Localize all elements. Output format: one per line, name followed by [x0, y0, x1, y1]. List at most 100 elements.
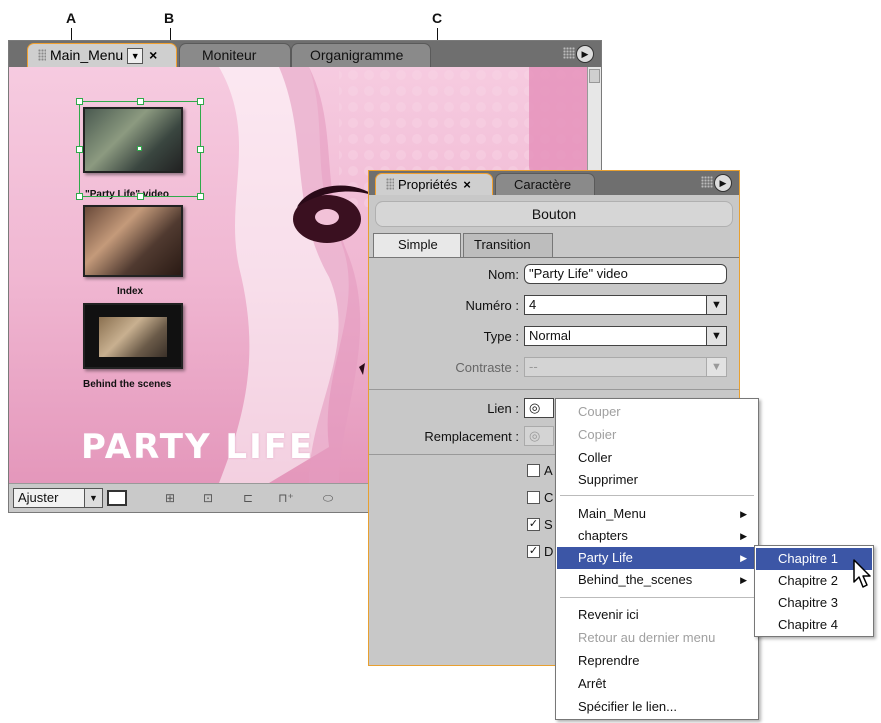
name-field-value: "Party Life" video — [529, 266, 628, 281]
link-field[interactable]: ◎ — [524, 398, 554, 418]
menu-item-copier[interactable]: Copier — [557, 424, 757, 446]
tab-transition-label: Transition — [474, 237, 531, 252]
party-life-logo: PARTY LIFE — [81, 427, 315, 467]
menu-item-label: Retour au dernier menu — [578, 630, 716, 645]
thumbnail-index[interactable] — [83, 205, 183, 277]
menu-separator — [560, 495, 754, 496]
chevron-down-icon[interactable]: ▼ — [84, 489, 102, 507]
contrast-select-value: -- — [529, 359, 538, 374]
properties-header: Bouton — [375, 201, 733, 227]
chevron-down-icon[interactable]: ▼ — [706, 296, 726, 314]
menu-item-behind-the-scenes[interactable]: Behind_the_scenes ▶ — [557, 569, 757, 591]
menu-item-retour-dernier-menu[interactable]: Retour au dernier menu — [557, 627, 757, 649]
checkbox-checked[interactable]: ✓ — [527, 545, 540, 558]
tab-moniteur[interactable]: Moniteur — [179, 43, 291, 67]
menu-item-party-life[interactable]: Party Life ▶ — [557, 547, 757, 569]
checkbox[interactable] — [527, 464, 540, 477]
close-icon[interactable]: × — [149, 47, 157, 63]
resize-handle[interactable] — [137, 193, 144, 200]
resize-handle[interactable] — [76, 193, 83, 200]
align-icon[interactable]: ⊏ — [237, 489, 259, 507]
context-menu: Couper Copier Coller Supprimer Main_Menu… — [555, 398, 759, 720]
close-icon[interactable]: × — [463, 177, 471, 192]
menu-item-supprimer[interactable]: Supprimer — [557, 469, 757, 491]
safe-area-icon[interactable] — [107, 490, 127, 506]
type-select-value: Normal — [529, 328, 571, 343]
resize-handle[interactable] — [197, 98, 204, 105]
chevron-right-icon: ▶ — [740, 509, 747, 519]
panel-menu-icon[interactable]: ▶ — [714, 174, 732, 192]
toggle-icon[interactable]: ⬭ — [317, 489, 339, 507]
tab-main-menu-label: Main_Menu — [50, 47, 124, 63]
scroll-up-arrow[interactable] — [589, 69, 600, 83]
menu-item-label: Behind_the_scenes — [578, 572, 693, 587]
menu-item-label: Chapitre 2 — [778, 573, 838, 588]
menu-item-revenir-ici[interactable]: Revenir ici — [557, 604, 757, 626]
menu-item-arret[interactable]: Arrêt — [557, 673, 757, 695]
resize-handle[interactable] — [76, 98, 83, 105]
menu-item-label: Revenir ici — [578, 607, 639, 622]
grip-icon[interactable] — [386, 178, 394, 190]
tab-proprietes[interactable]: Propriétés × — [375, 173, 493, 195]
checkbox-label: S — [544, 517, 553, 532]
checkbox-label: D — [544, 544, 554, 559]
menu-item-chapitre-3[interactable]: Chapitre 3 — [756, 592, 872, 614]
grip-icon[interactable] — [701, 176, 713, 188]
menu-item-label: Reprendre — [578, 653, 640, 668]
selection-bounding-box[interactable] — [76, 98, 204, 200]
pick-whip-icon: ◎ — [529, 428, 541, 443]
resize-handle[interactable] — [197, 193, 204, 200]
resize-handle[interactable] — [137, 98, 144, 105]
grip-icon[interactable] — [38, 49, 46, 61]
field-label: Contraste : — [455, 360, 519, 375]
tab-organigramme-label: Organigramme — [310, 47, 404, 63]
panel-menu-icon[interactable]: ▶ — [576, 45, 594, 63]
field-label: Lien : — [487, 401, 519, 416]
number-select-value: 4 — [529, 297, 537, 312]
resize-handle[interactable] — [76, 146, 83, 153]
callout-b: B — [164, 10, 175, 26]
tab-organigramme[interactable]: Organigramme — [291, 43, 431, 67]
menu-item-coller[interactable]: Coller — [557, 447, 757, 469]
button-routing-icon[interactable]: ⊞ — [159, 489, 181, 507]
chevron-right-icon: ▶ — [740, 575, 747, 585]
menu-dropdown-button[interactable]: ▼ — [127, 48, 144, 64]
tab-caractere[interactable]: Caractère — [495, 173, 595, 195]
grip-icon[interactable] — [563, 47, 575, 59]
menu-item-main-menu[interactable]: Main_Menu ▶ — [557, 503, 757, 525]
screenshot-stage: A B C Main_Menu ▼ × Moniteur Organigramme … — [0, 0, 881, 723]
tab-simple[interactable]: Simple — [373, 233, 461, 257]
menu-item-specifier-lien[interactable]: Spécifier le lien... — [557, 696, 757, 718]
center-handle[interactable] — [137, 146, 142, 151]
checkbox[interactable] — [527, 491, 540, 504]
divider — [369, 389, 739, 390]
callout-a: A — [66, 10, 77, 26]
menu-item-chapters[interactable]: chapters ▶ — [557, 525, 757, 547]
chevron-down-icon: ▼ — [706, 358, 726, 376]
chevron-down-icon[interactable]: ▼ — [706, 327, 726, 345]
number-select[interactable]: 4 ▼ — [524, 295, 727, 315]
menu-item-label: Coller — [578, 450, 612, 465]
menu-item-label: Main_Menu — [578, 506, 646, 521]
checkbox-label: A — [544, 463, 553, 478]
type-select[interactable]: Normal ▼ — [524, 326, 727, 346]
menu-item-label: Chapitre 3 — [778, 595, 838, 610]
tab-transition[interactable]: Transition — [463, 233, 553, 257]
properties-tabbar: Propriétés × Caractère ▶ — [369, 171, 739, 195]
resize-handle[interactable] — [197, 146, 204, 153]
checkbox-checked[interactable]: ✓ — [527, 518, 540, 531]
menu-item-reprendre[interactable]: Reprendre — [557, 650, 757, 672]
thumbnail-image — [99, 317, 167, 357]
menu-item-chapitre-4[interactable]: Chapitre 4 — [756, 614, 872, 636]
field-label: Numéro : — [465, 298, 519, 313]
zoom-select[interactable]: Ajuster ▼ — [13, 488, 103, 508]
tab-caractere-label: Caractère — [514, 177, 572, 192]
add-guide-icon[interactable]: ⊓⁺ — [275, 489, 297, 507]
menu-item-couper[interactable]: Couper — [557, 401, 757, 423]
grid-icon[interactable]: ⊡ — [197, 489, 219, 507]
pick-whip-icon[interactable]: ◎ — [529, 400, 540, 415]
chevron-right-icon: ▶ — [740, 531, 747, 541]
name-field[interactable]: "Party Life" video — [524, 264, 727, 284]
thumbnail-behind-the-scenes[interactable] — [83, 303, 183, 369]
tab-main-menu[interactable]: Main_Menu ▼ × — [27, 43, 177, 67]
